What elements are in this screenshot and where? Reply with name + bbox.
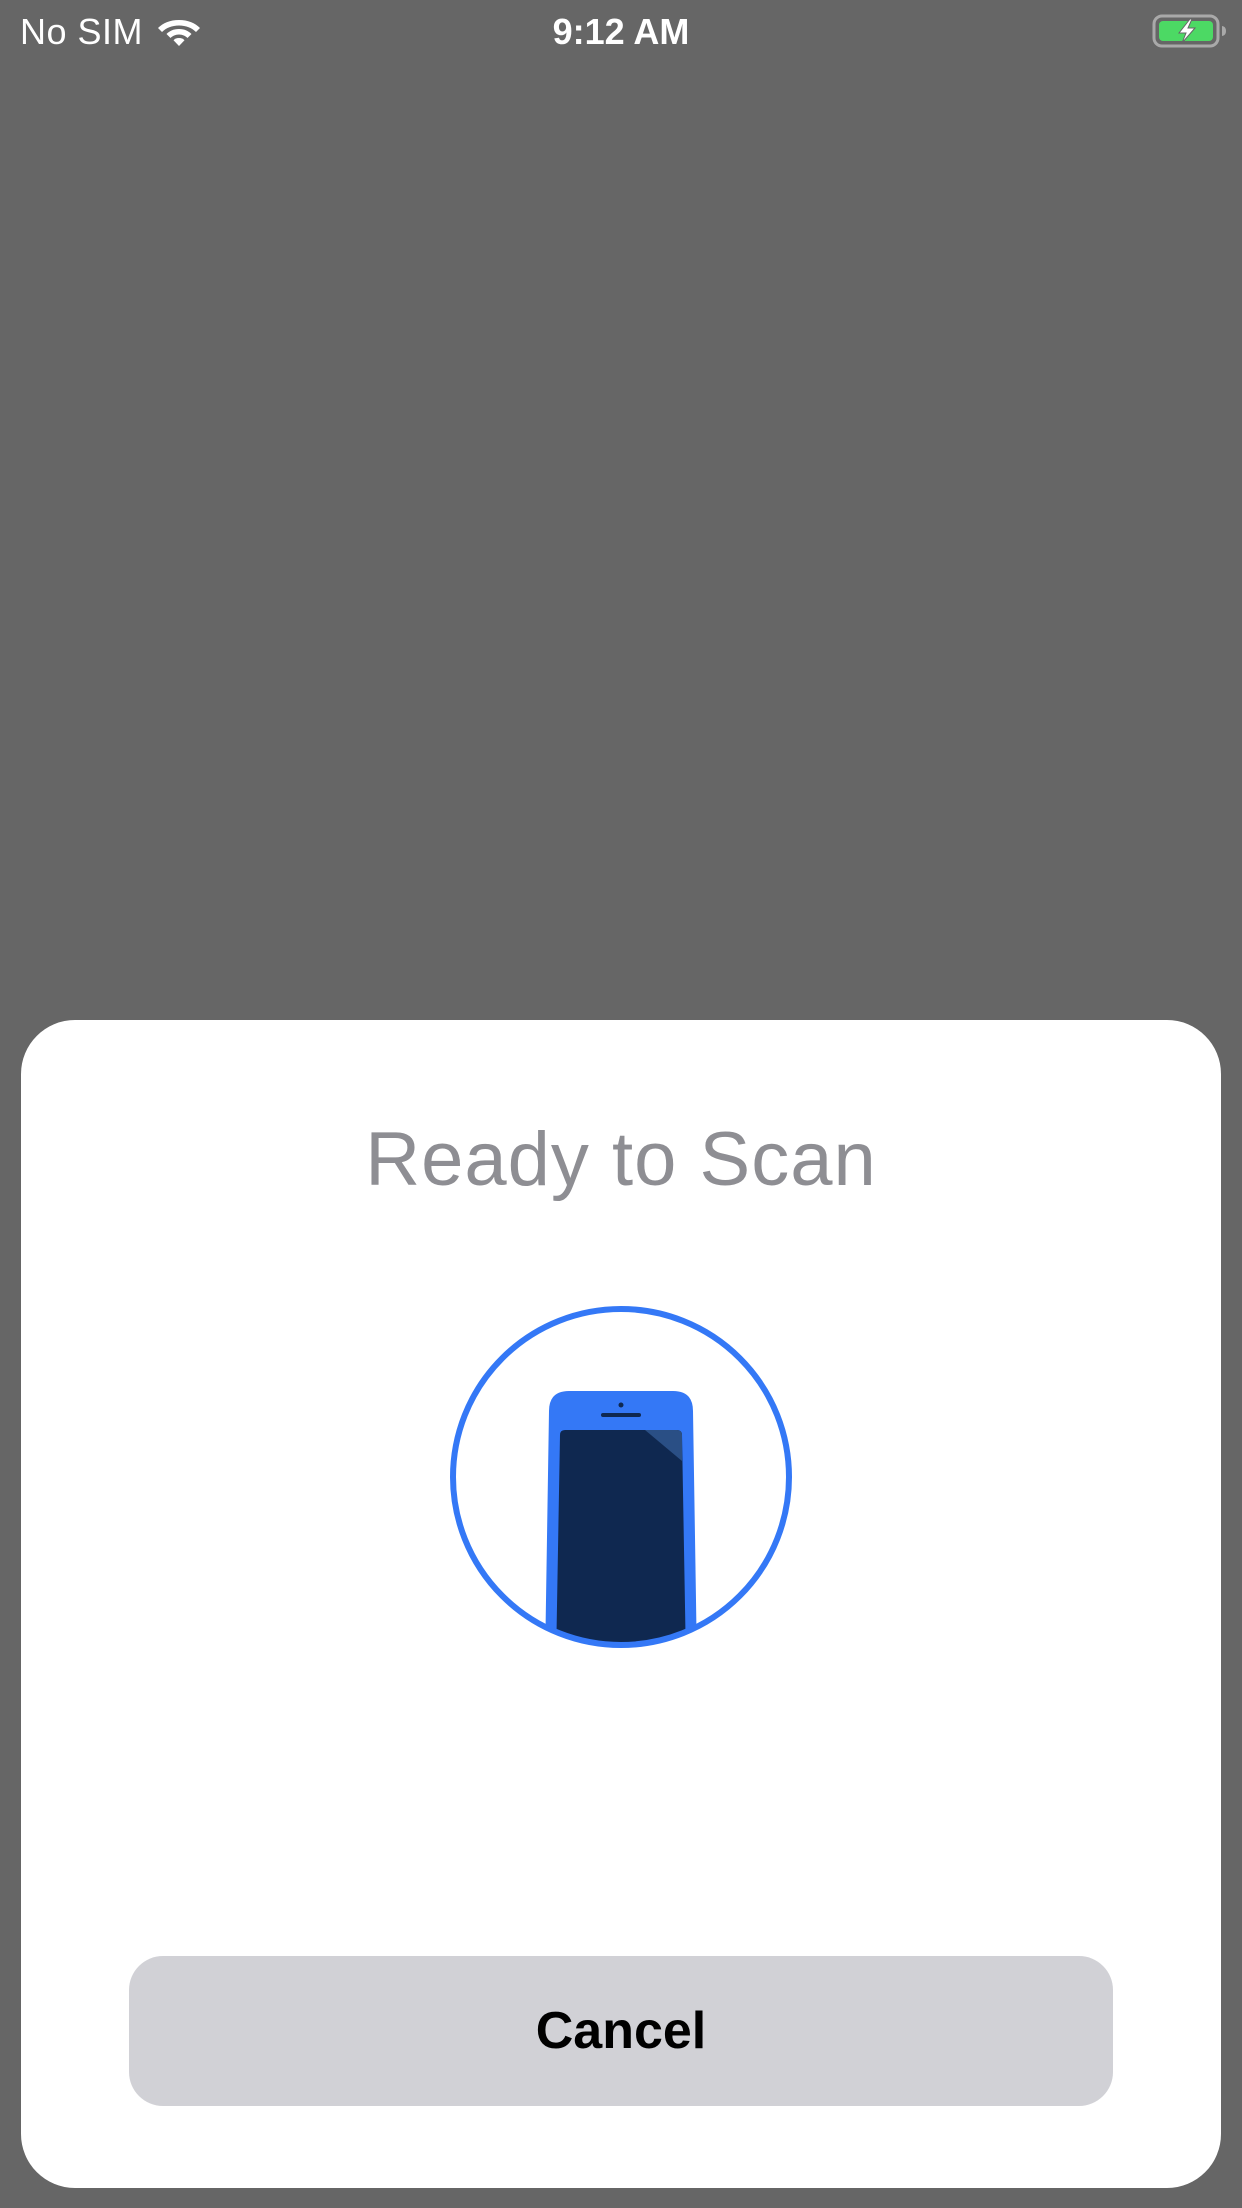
phone-scan-icon [450,1306,792,1648]
nfc-scan-sheet: Ready to Scan Cancel [21,1020,1221,2188]
status-time: 9:12 AM [552,11,690,52]
nfc-scan-screen: No SIM 9:12 AM Ready to Scan Cancel [0,0,1242,2208]
status-bar: No SIM 9:12 AM [0,0,1242,62]
sheet-title: Ready to Scan [365,1117,877,1202]
cancel-button[interactable]: Cancel [129,1956,1113,2106]
battery-charging-icon [1152,14,1226,48]
